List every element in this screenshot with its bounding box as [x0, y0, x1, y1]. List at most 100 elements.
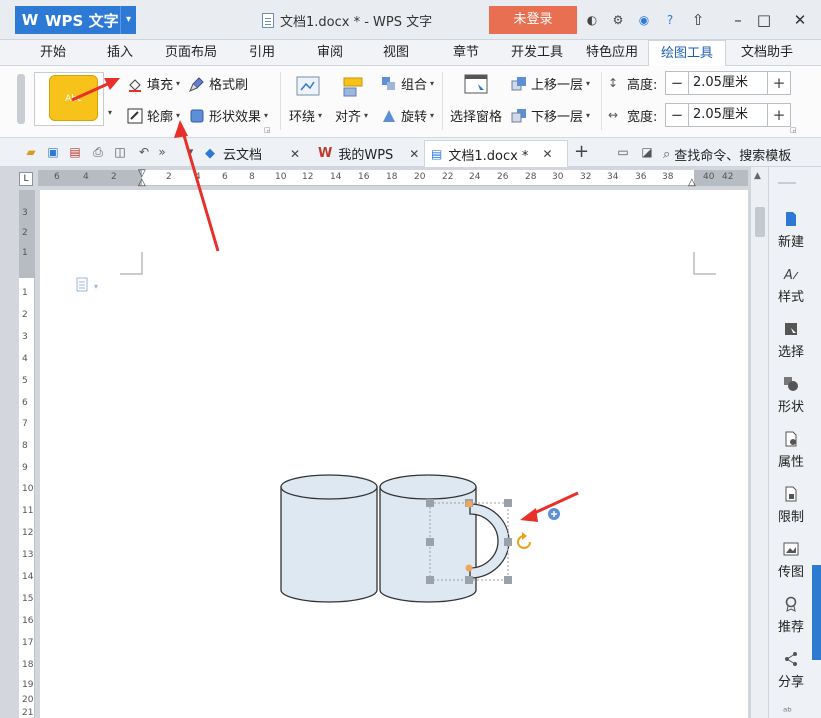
tab-doc-assistant[interactable]: 文档助手	[734, 40, 800, 66]
tab-insert[interactable]: 插入	[98, 40, 142, 66]
tab-page-layout[interactable]: 页面布局	[158, 40, 224, 66]
close-button[interactable]: ✕	[788, 8, 812, 32]
minimize-button[interactable]: –	[726, 8, 750, 32]
task-pane-style[interactable]: A 样式	[769, 266, 813, 305]
close-icon[interactable]: ✕	[409, 147, 419, 161]
help-icon[interactable]: ?	[660, 10, 680, 30]
resize-handle[interactable]	[426, 499, 434, 507]
rotate-icon	[381, 108, 397, 124]
resize-handle[interactable]	[426, 538, 434, 546]
tab-review[interactable]: 审阅	[308, 40, 352, 66]
resize-handle[interactable]	[504, 538, 512, 546]
shape-style-preview[interactable]: Abc	[49, 75, 98, 121]
left-indent-marker[interactable]: △	[138, 177, 146, 188]
tab-special[interactable]: 特色应用	[580, 40, 644, 66]
scroll-up-icon[interactable]: ▲	[754, 171, 761, 181]
tab-view[interactable]: 视图	[374, 40, 418, 66]
style-gallery-scroll[interactable]	[17, 74, 25, 124]
task-pane-share[interactable]: 分享	[769, 651, 813, 690]
align-button[interactable]: 对齐 ▾	[335, 106, 368, 125]
adjust-handle[interactable]	[465, 500, 473, 508]
mug-left-shape[interactable]	[280, 474, 378, 603]
resize-handle[interactable]	[504, 576, 512, 584]
height-input[interactable]: 2.05厘米	[688, 72, 768, 94]
upload-icon[interactable]: ⇧	[686, 8, 710, 32]
dialog-launcher-icon[interactable]: ◲	[790, 126, 797, 134]
resize-handle[interactable]	[504, 499, 512, 507]
task-pane-restrict[interactable]: 限制	[769, 486, 813, 525]
tab-developer[interactable]: 开发工具	[505, 40, 569, 66]
export-pdf-icon[interactable]: ▤	[68, 145, 82, 159]
adjust-handle[interactable]	[465, 564, 473, 572]
tab-my-wps[interactable]: W 我的WPS ✕	[318, 140, 419, 167]
resize-handle[interactable]	[426, 576, 434, 584]
task-pane-properties[interactable]: 属性	[769, 431, 813, 470]
task-pane-shape[interactable]: 形状	[769, 376, 813, 415]
width-input[interactable]: 2.05厘米	[688, 104, 768, 126]
vertical-scrollbar[interactable]: ▲	[750, 167, 768, 718]
send-backward-button[interactable]: 下移一层 ▾	[511, 106, 590, 125]
rotate-button[interactable]: 旋转 ▾	[381, 106, 434, 125]
pin-icon[interactable]: ◪	[640, 145, 654, 159]
settings-icon[interactable]: ⚙	[608, 10, 628, 30]
task-pane-select[interactable]: 选择	[769, 321, 813, 360]
vertical-ruler[interactable]: 3 2 1 1 2 3 4 5 6 7 8 9 10 11 12 13 14 1…	[19, 190, 35, 718]
tab-stop-selector[interactable]: L	[19, 172, 33, 186]
height-spinner[interactable]: − 2.05厘米 +	[665, 71, 791, 95]
tab-start[interactable]: 开始	[30, 40, 76, 66]
format-painter-button[interactable]: 格式刷	[189, 74, 248, 93]
width-spinner[interactable]: − 2.05厘米 +	[665, 103, 791, 127]
dialog-launcher-icon[interactable]: ◲	[264, 126, 271, 134]
print-preview-icon[interactable]: ◫	[113, 145, 127, 159]
ribbon-separator	[280, 72, 281, 130]
height-decrement-button[interactable]: −	[666, 72, 688, 94]
tab-reference[interactable]: 引用	[240, 40, 284, 66]
save-icon[interactable]: ▣	[46, 145, 60, 159]
login-button[interactable]: 未登录	[489, 6, 577, 34]
group-button[interactable]: 组合 ▾	[381, 74, 434, 93]
print-icon[interactable]: ⎙	[91, 145, 105, 159]
task-pane-new[interactable]: 新建	[769, 211, 813, 250]
shape-effect-button[interactable]: 形状效果 ▾	[189, 106, 268, 125]
command-search[interactable]: ⌕ 查找命令、搜索模板	[663, 145, 791, 164]
scroll-thumb[interactable]	[755, 207, 765, 237]
rotate-handle-icon[interactable]	[517, 532, 531, 549]
outline-button[interactable]: 轮廓 ▾	[127, 106, 180, 125]
add-circle-icon[interactable]	[548, 508, 560, 520]
close-icon[interactable]: ✕	[542, 147, 552, 161]
tab-chapter[interactable]: 章节	[444, 40, 488, 66]
document-page[interactable]: ▾	[40, 190, 748, 718]
more-tools-icon[interactable]: ᵃᵇ	[783, 705, 792, 718]
paragraph-options-icon[interactable]: ▾	[76, 277, 98, 292]
tab-drawing-tools[interactable]: 绘图工具	[648, 40, 726, 66]
resize-handle[interactable]	[465, 576, 473, 584]
horizontal-ruler[interactable]: 6 4 2 2 4 6 8 10 12 14 16 18 20 22 24 26…	[38, 168, 748, 188]
undo-icon[interactable]: ↶	[137, 145, 151, 159]
tab-document1[interactable]: ▤ 文档1.docx * ✕	[424, 140, 568, 167]
right-indent-marker[interactable]: △	[688, 177, 696, 188]
width-decrement-button[interactable]: −	[666, 104, 688, 126]
skin-icon[interactable]: ◐	[582, 10, 602, 30]
feedback-icon[interactable]: ◉	[634, 10, 654, 30]
tab-cloud-docs[interactable]: ◆ 云文档 ✕	[205, 140, 300, 167]
height-increment-button[interactable]: +	[768, 72, 790, 94]
open-folder-icon[interactable]: ▰	[24, 145, 38, 159]
fill-button[interactable]: 填充 ▾	[127, 74, 180, 93]
new-tab-button[interactable]: +	[574, 141, 589, 162]
task-pane-collapse-button[interactable]	[812, 565, 821, 660]
app-menu-button[interactable]: W WPS 文字 ▾	[15, 6, 136, 34]
more-icon[interactable]: »	[155, 145, 169, 159]
close-icon[interactable]: ✕	[290, 147, 300, 161]
task-pane-upload-image[interactable]: 传图	[769, 541, 813, 580]
width-increment-button[interactable]: +	[768, 104, 790, 126]
task-pane-recommend[interactable]: 推荐	[769, 596, 813, 635]
selection-pane-button[interactable]: 选择窗格	[450, 106, 502, 125]
document-icon: ▤	[431, 147, 443, 161]
chevron-down-icon[interactable]: ▾	[120, 6, 136, 34]
screen-icon[interactable]: ▭	[616, 145, 630, 159]
wrap-button[interactable]: 环绕 ▾	[289, 106, 322, 125]
bring-forward-button[interactable]: 上移一层 ▾	[511, 74, 590, 93]
chevron-down-icon[interactable]: ▾	[184, 145, 198, 159]
gallery-more-icon[interactable]: ▾	[108, 108, 112, 117]
maximize-button[interactable]: □	[752, 8, 776, 32]
